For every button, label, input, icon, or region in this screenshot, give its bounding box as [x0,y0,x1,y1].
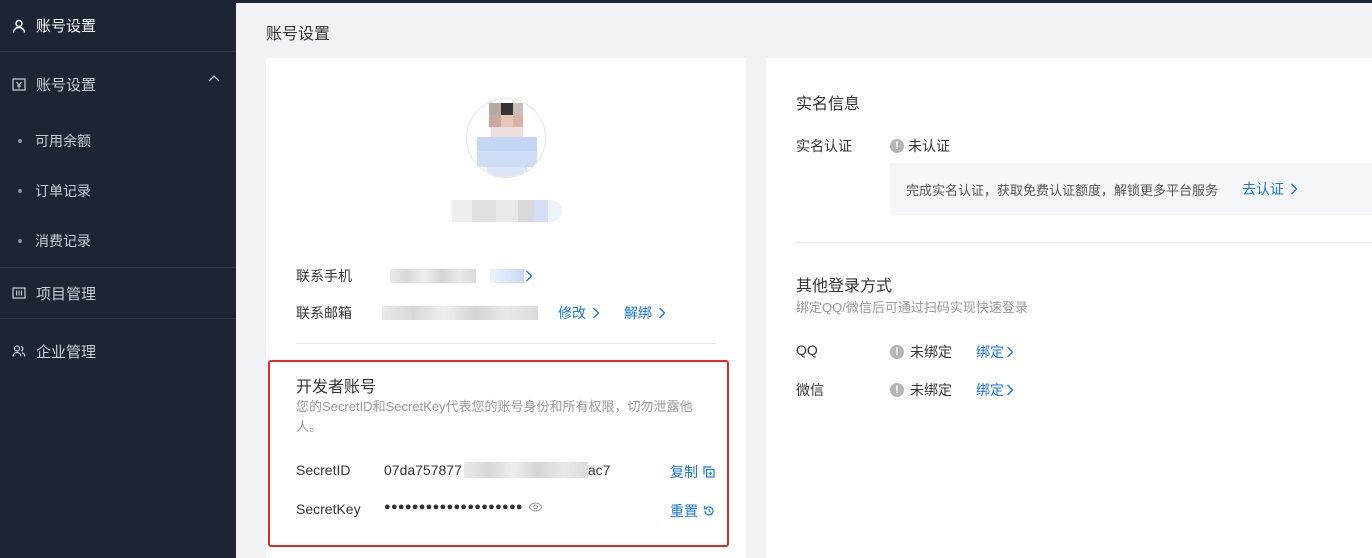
chevron-right-icon [658,307,666,319]
sidebar: 账号设置 账号设置 可用余额 订单记录 消费记录 项目管理 企业管理 [0,0,236,558]
realname-label: 实名认证 [796,138,852,154]
email-redacted [382,306,538,320]
warning-icon: ! [890,345,904,359]
qq-status-text: 未绑定 [910,344,952,360]
email-label: 联系邮箱 [296,305,352,321]
chevron-right-icon[interactable] [525,270,533,282]
eye-icon[interactable] [528,502,543,512]
team-icon [12,344,26,358]
section-divider [796,242,1372,243]
verify-link[interactable]: 去认证 [1242,179,1298,199]
realname-status-text: 未认证 [908,138,950,154]
bullet-icon [18,189,22,193]
page-title: 账号设置 [266,26,331,43]
qq-status: ! 未绑定 [890,342,952,362]
secret-id-label: SecretID [296,462,351,478]
sidebar-item-label: 可用余额 [35,133,91,149]
sidebar-group-account[interactable]: 账号设置 [0,52,236,116]
realname-title: 实名信息 [796,96,861,113]
secret-key-value: ●●●●●●●●●●●●●●●●●●●● [384,501,543,513]
bullet-icon [18,139,22,143]
username-redacted [452,200,562,222]
reset-secret-key-button[interactable]: 重置 [670,501,715,521]
realname-status: ! 未认证 [890,136,950,156]
secret-id-suffix: ac7 [587,462,611,478]
modify-label: 修改 [558,305,586,321]
phone-row: 联系手机 [296,266,533,286]
copy-icon [698,466,715,478]
wechat-label: 微信 [796,382,824,398]
chevron-right-icon [592,307,600,319]
sidebar-item-consumption[interactable]: 消费记录 [0,216,236,266]
sidebar-item-enterprise[interactable]: 企业管理 [0,319,236,383]
other-login-title: 其他登录方式 [796,278,893,295]
sidebar-item-balance[interactable]: 可用余额 [0,116,236,166]
sidebar-item-label: 订单记录 [35,183,91,199]
chevron-right-icon [1006,346,1014,358]
secret-id-redacted [463,462,588,478]
qq-label: QQ [796,342,818,358]
copy-label: 复制 [670,464,698,480]
sidebar-item-label: 项目管理 [36,285,97,303]
email-row: 联系邮箱 修改 解绑 [296,303,666,323]
sidebar-item-orders[interactable]: 订单记录 [0,166,236,216]
sidebar-header[interactable]: 账号设置 [0,0,236,52]
realname-notice: 完成实名认证，获取免费认证额度，解锁更多平台服务 去认证 [890,163,1372,215]
bind-wechat-link[interactable]: 绑定 [976,380,1014,400]
bind-qq-link[interactable]: 绑定 [976,342,1014,362]
modify-email-link[interactable]: 修改 [558,303,600,323]
chevron-up-icon[interactable] [208,74,220,82]
warning-icon: ! [890,139,904,153]
bullet-icon [18,239,22,243]
sidebar-item-label: 消费记录 [35,233,91,249]
refresh-icon [698,505,715,517]
developer-title: 开发者账号 [296,379,377,396]
reset-label: 重置 [670,503,698,519]
account-info-card: 实名信息 实名认证 ! 未认证 完成实名认证，获取免费认证额度，解锁更多平台服务… [766,58,1372,558]
warning-icon: ! [890,383,904,397]
copy-secret-id-button[interactable]: 复制 [670,462,715,482]
secret-id-prefix: 07da757877 [384,462,462,478]
secret-key-label: SecretKey [296,501,361,517]
unbind-label: 解绑 [624,305,652,321]
sidebar-group-label: 账号设置 [36,76,97,94]
bind-label: 绑定 [976,382,1004,398]
wechat-status-text: 未绑定 [910,382,952,398]
phone-action-redacted[interactable] [490,269,524,283]
chevron-right-icon [1290,183,1298,195]
bind-label: 绑定 [976,344,1004,360]
chevron-right-icon [1006,384,1014,396]
user-icon [12,19,26,33]
sidebar-item-label: 企业管理 [36,343,97,361]
other-login-subtitle: 绑定QQ/微信后可通过扫码实现快速登录 [796,300,1028,315]
phone-redacted [390,269,476,283]
section-divider [296,343,716,344]
realname-notice-text: 完成实名认证，获取免费认证额度，解锁更多平台服务 [906,182,1219,198]
project-icon [12,286,26,300]
sidebar-item-projects[interactable]: 项目管理 [0,268,236,318]
verify-label: 去认证 [1242,181,1285,197]
yen-icon [12,77,26,91]
top-strip [236,0,1372,3]
phone-label: 联系手机 [296,268,352,284]
secret-key-masked: ●●●●●●●●●●●●●●●●●●●● [384,501,523,513]
unbind-email-link[interactable]: 解绑 [624,303,666,323]
developer-description: 您的SecretID和SecretKey代表您的账号身份和所有权限，切勿泄露他人… [296,399,693,434]
wechat-status: ! 未绑定 [890,380,952,400]
avatar[interactable] [466,98,546,178]
sidebar-header-label: 账号设置 [36,18,97,35]
secret-id-value: 07da757877 ac7 [384,462,610,478]
